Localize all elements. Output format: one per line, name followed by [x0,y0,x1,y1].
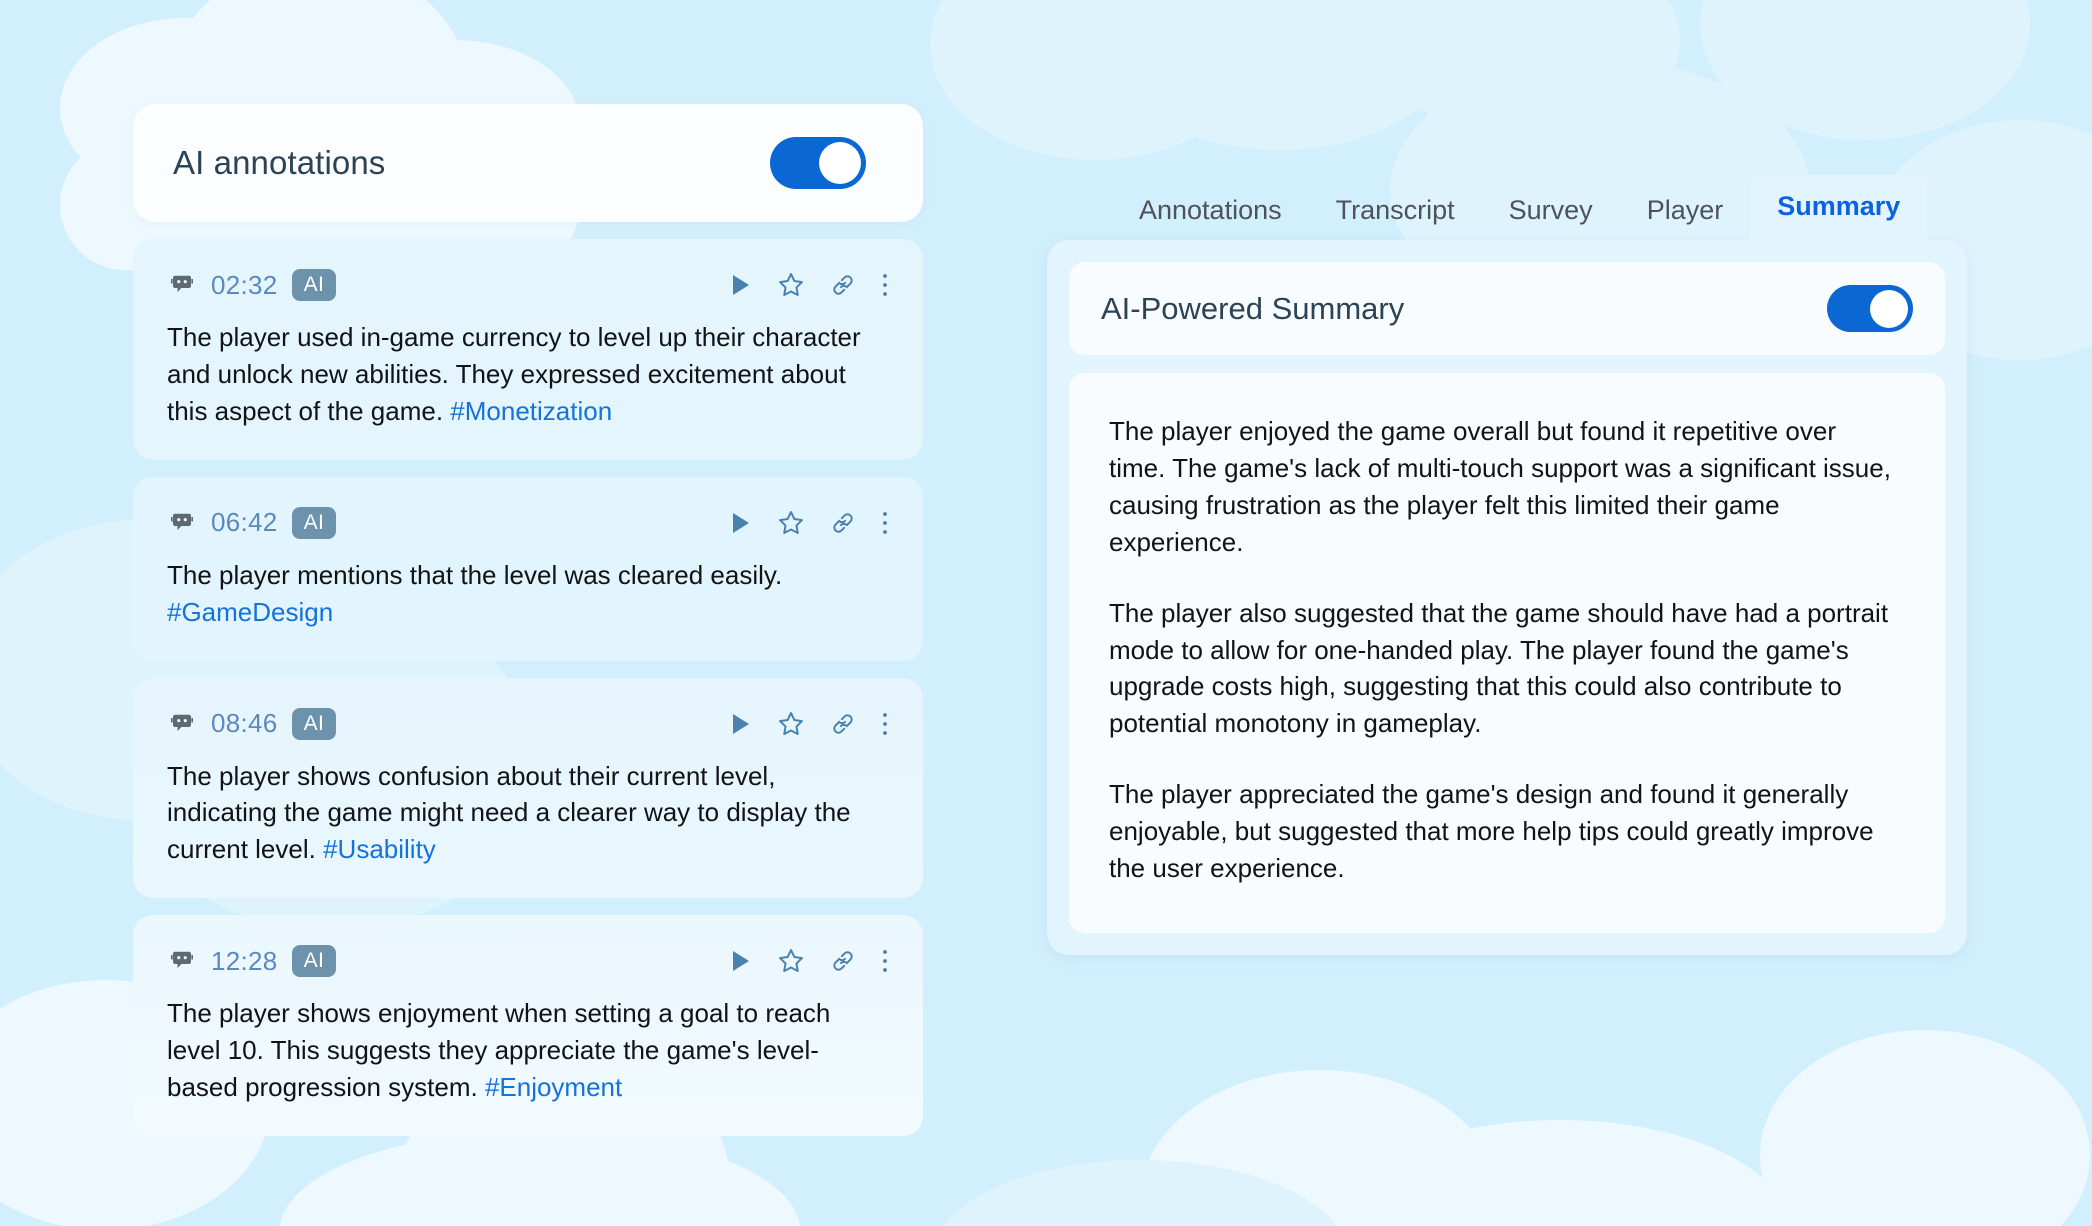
annotation-tag[interactable]: #Enjoyment [485,1072,622,1102]
ai-badge: AI [291,707,337,740]
play-icon[interactable] [729,711,753,737]
annotation-body-text: The player shows confusion about their c… [167,760,851,865]
link-icon[interactable] [829,509,857,537]
star-icon[interactable] [777,947,805,975]
annotation-header: 02:32 AI [167,265,889,305]
play-icon[interactable] [729,510,753,536]
link-icon[interactable] [829,271,857,299]
more-vertical-icon[interactable] [881,272,889,298]
robot-chat-icon [171,513,193,530]
tab-transcript[interactable]: Transcript [1309,183,1482,240]
annotation-card[interactable]: 02:32 AI The player used in-game currenc… [133,239,923,460]
link-icon[interactable] [829,710,857,738]
tab-player[interactable]: Player [1620,183,1751,240]
annotation-meta: 02:32 AI [167,269,337,301]
annotation-text: The player mentions that the level was c… [167,557,873,631]
annotation-header: 08:46 AI [167,704,889,744]
star-icon[interactable] [777,710,805,738]
annotation-timestamp: 08:46 [211,708,278,739]
annotation-actions [729,710,889,738]
annotation-header: 06:42 AI [167,503,889,543]
link-icon[interactable] [829,947,857,975]
annotation-text: The player shows confusion about their c… [167,758,873,869]
ai-summary-toggle[interactable] [1827,285,1913,332]
tab-bar: Annotations Transcript Survey Player Sum… [1047,175,1967,240]
toggle-knob [1870,289,1908,328]
page-title: AI annotations [173,144,386,181]
star-icon[interactable] [777,509,805,537]
summary-paragraph: The player also suggested that the game … [1109,597,1889,739]
summary-content-card: The player enjoyed the game overall but … [1069,373,1945,933]
annotation-tag[interactable]: #Usability [323,834,436,864]
annotation-body-text: The player mentions that the level was c… [167,559,783,590]
play-icon[interactable] [729,272,753,298]
annotation-meta: 08:46 AI [167,707,337,740]
annotations-column: AI annotations 02:32 AI The player used … [133,104,923,1136]
annotation-header: 12:28 AI [167,941,889,981]
more-vertical-icon[interactable] [881,948,889,974]
annotation-timestamp: 12:28 [211,945,278,976]
ai-badge: AI [291,506,337,539]
summary-title: AI-Powered Summary [1101,290,1405,326]
ai-annotations-toggle[interactable] [770,137,866,189]
annotation-actions [729,509,889,537]
annotation-actions [729,947,889,975]
annotation-card[interactable]: 12:28 AI The player shows enjoyment when… [133,915,923,1136]
annotation-timestamp: 02:32 [211,269,278,300]
robot-chat-icon [171,275,193,293]
tab-annotations[interactable]: Annotations [1112,183,1309,240]
robot-chat-icon [171,714,193,731]
tab-survey[interactable]: Survey [1482,183,1620,240]
annotation-timestamp: 06:42 [211,507,278,538]
annotation-meta: 06:42 AI [167,506,337,539]
summary-column: Annotations Transcript Survey Player Sum… [1047,175,1967,955]
annotation-text: The player used in-game currency to leve… [167,319,873,430]
play-icon[interactable] [729,948,753,974]
annotations-header-card: AI annotations [133,104,923,222]
annotation-card[interactable]: 08:46 AI The player shows confusion abou… [133,677,923,899]
annotation-meta: 12:28 AI [167,945,337,978]
annotation-tag[interactable]: #GameDesign [167,597,333,627]
annotation-actions [729,271,889,299]
ai-badge: AI [291,945,337,978]
ai-badge: AI [291,269,337,301]
annotation-card[interactable]: 06:42 AI The player mentions that the le… [133,476,923,661]
more-vertical-icon[interactable] [881,510,889,536]
summary-paragraph: The player appreciated the game's design… [1109,779,1874,884]
star-icon[interactable] [777,271,805,299]
annotation-tag[interactable]: #Monetization [450,396,612,426]
tab-summary[interactable]: Summary [1750,175,1928,240]
summary-paragraph: The player enjoyed the game overall but … [1109,416,1891,557]
annotation-text: The player shows enjoyment when setting … [167,995,873,1106]
robot-chat-icon [171,952,193,969]
more-vertical-icon[interactable] [881,711,889,737]
summary-panel: AI-Powered Summary The player enjoyed th… [1047,240,1967,955]
summary-header-card: AI-Powered Summary [1069,262,1945,355]
toggle-knob [819,142,861,184]
